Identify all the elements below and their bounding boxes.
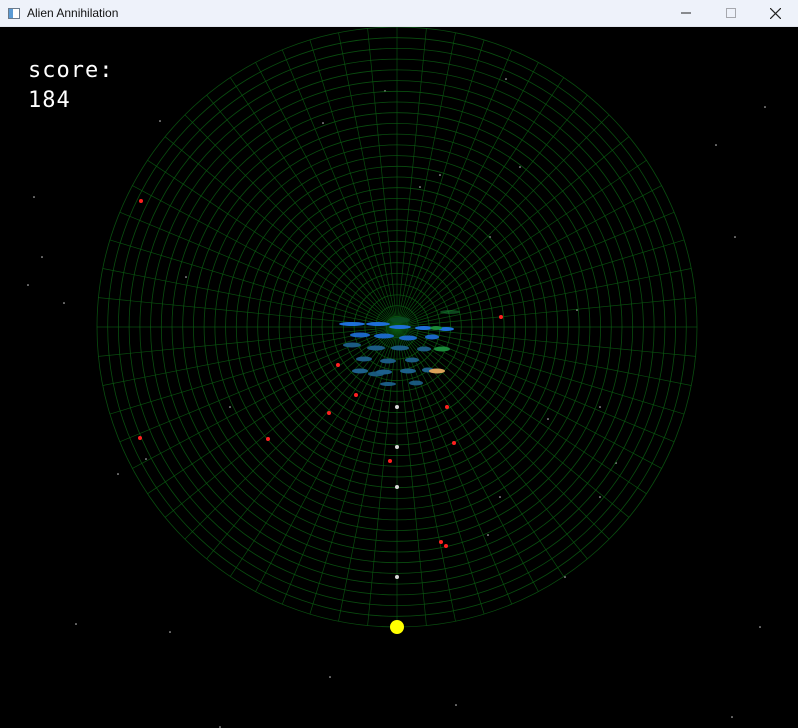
star (499, 496, 501, 498)
star (419, 186, 421, 188)
star (439, 174, 441, 176)
alien (343, 342, 361, 348)
alien (440, 310, 460, 314)
alien (390, 317, 410, 323)
minimize-button[interactable] (663, 0, 708, 26)
alien (356, 356, 372, 362)
score-hud: score: 184 (28, 56, 113, 116)
game-window: Alien Annihilation score: 184 (0, 0, 798, 728)
alien (350, 332, 370, 338)
alien (405, 357, 419, 363)
grid-spoke (396, 326, 588, 560)
enemy-bullet (266, 437, 270, 441)
enemy-bullet (327, 411, 331, 415)
alien (380, 358, 396, 364)
enemy-bullet (336, 363, 340, 367)
close-icon (770, 7, 781, 19)
alien (425, 334, 439, 340)
window-controls (663, 0, 798, 26)
star (487, 534, 489, 536)
enemy-bullet (439, 540, 443, 544)
alien (399, 335, 417, 341)
enemy-bullet (354, 393, 358, 397)
star (564, 576, 566, 578)
grid-spoke (396, 94, 588, 328)
alien (417, 346, 431, 352)
enemy-bullet (138, 436, 142, 440)
player-ship (390, 620, 404, 634)
maximize-button[interactable] (708, 0, 753, 26)
alien (352, 368, 368, 374)
player-bullet (395, 485, 399, 489)
grid-spoke (206, 94, 398, 328)
alien (366, 322, 390, 326)
game-canvas[interactable]: score: 184 (0, 27, 798, 728)
alien (368, 371, 384, 377)
alien (374, 333, 394, 339)
star (145, 458, 147, 460)
star (33, 196, 35, 198)
enemy-bullet (499, 315, 503, 319)
player-ship-body (390, 620, 404, 634)
star (731, 716, 733, 718)
star (599, 496, 601, 498)
app-window-icon (8, 7, 20, 19)
playfield (27, 27, 766, 728)
star (734, 236, 736, 238)
star (27, 284, 29, 286)
star (159, 120, 161, 122)
alien (339, 322, 365, 326)
star (229, 406, 231, 408)
enemy-bullet (452, 441, 456, 445)
grid-spoke (396, 326, 696, 357)
grid-spoke (367, 28, 398, 328)
alien (430, 326, 442, 330)
alien (429, 368, 445, 374)
grid-spoke (98, 326, 398, 357)
star (75, 623, 77, 625)
score-label: score: (28, 58, 114, 83)
grid-spoke (396, 326, 630, 518)
enemy-bullet (388, 459, 392, 463)
star (117, 473, 119, 475)
alien (409, 380, 423, 386)
player-bullet (395, 405, 399, 409)
player-bullet (395, 445, 399, 449)
grid-spoke (164, 136, 398, 328)
grid-spoke (206, 326, 398, 560)
score-value: 184 (28, 88, 71, 113)
star (169, 631, 171, 633)
star (547, 418, 549, 420)
star (455, 704, 457, 706)
star (322, 122, 324, 124)
star (185, 276, 187, 278)
grid-spoke (396, 28, 427, 328)
star (599, 406, 601, 408)
player-bullet (395, 575, 399, 579)
enemy-bullet (445, 405, 449, 409)
alien (367, 345, 385, 351)
maximize-icon (725, 8, 736, 18)
grid-spoke (164, 326, 398, 518)
star (505, 78, 507, 80)
star (63, 302, 65, 304)
grid-spoke (396, 136, 630, 328)
close-button[interactable] (753, 0, 798, 26)
alien (389, 325, 411, 329)
title-bar[interactable]: Alien Annihilation (0, 0, 798, 27)
alien (434, 346, 450, 352)
star (715, 144, 717, 146)
enemy-bullet (444, 544, 448, 548)
star (329, 676, 331, 678)
enemy-bullet (139, 199, 143, 203)
minimize-icon (680, 12, 691, 14)
alien (400, 368, 416, 374)
star (519, 166, 521, 168)
star (41, 256, 43, 258)
star (764, 106, 766, 108)
window-title: Alien Annihilation (27, 6, 119, 20)
alien (380, 382, 396, 386)
alien (391, 345, 409, 351)
star (759, 626, 761, 628)
